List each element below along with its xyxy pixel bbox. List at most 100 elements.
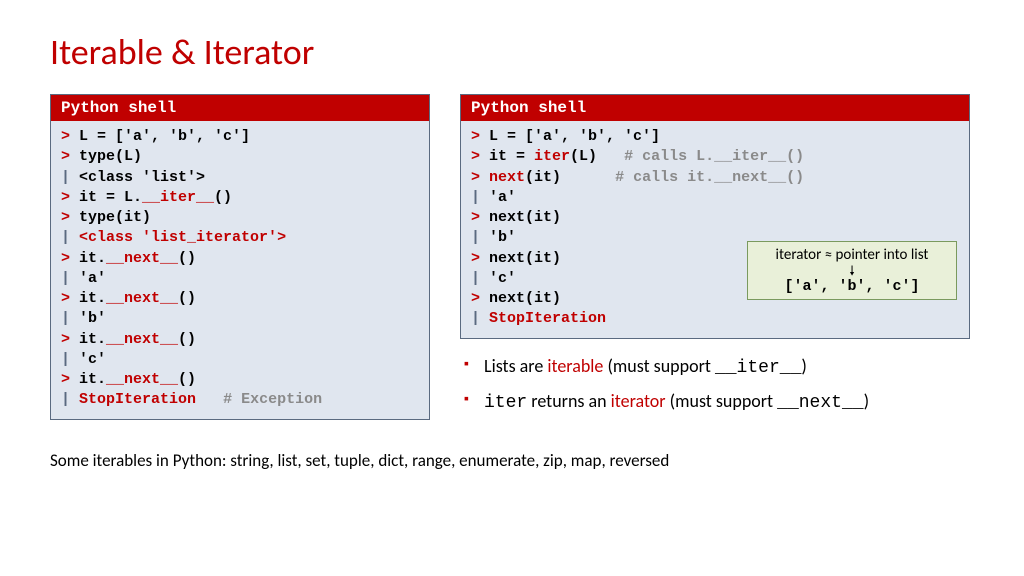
content-columns: Python shell > L = ['a', 'b', 'c']> type… (50, 94, 974, 436)
code-segment (480, 169, 489, 186)
output-bar-icon: | (61, 351, 70, 368)
prompt-icon: > (61, 371, 70, 388)
shell-body-left: > L = ['a', 'b', 'c']> type(L)| <class '… (51, 121, 429, 419)
code-segment: (L) (570, 148, 624, 165)
code-line: > L = ['a', 'b', 'c'] (471, 127, 959, 147)
code-segment: () (178, 371, 196, 388)
code-segment: __next__ (106, 290, 178, 307)
output-bar-icon: | (471, 189, 480, 206)
prompt-icon: > (471, 290, 480, 307)
text-segment: iterator (611, 390, 666, 412)
code-segment: __next__ (106, 371, 178, 388)
code-segment: it. (70, 290, 106, 307)
text-segment: Lists are (484, 355, 547, 377)
down-arrow-icon: 🠗 (754, 265, 950, 278)
left-column: Python shell > L = ['a', 'b', 'c']> type… (50, 94, 430, 436)
code-segment: # calls L.__iter__() (624, 148, 804, 165)
code-segment: L = ['a', 'b', 'c'] (70, 128, 250, 145)
code-segment: StopIteration (489, 310, 606, 327)
code-segment: (it) (525, 169, 615, 186)
code-line: > it = iter(L) # calls L.__iter__() (471, 147, 959, 167)
iterator-note: iterator ≈ pointer into list 🠗 ['a', 'b'… (747, 241, 957, 300)
prompt-icon: > (471, 209, 480, 226)
code-segment: () (178, 331, 196, 348)
code-segment: <class 'list_iterator'> (79, 229, 286, 246)
prompt-icon: > (61, 209, 70, 226)
code-segment: __iter__ (142, 189, 214, 206)
code-segment: next (489, 169, 525, 186)
prompt-icon: > (471, 169, 480, 186)
text-segment: iter (484, 393, 527, 413)
prompt-icon: > (471, 128, 480, 145)
code-segment: next(it) (480, 290, 561, 307)
code-line: | 'c' (61, 350, 419, 370)
code-line: > it.__next__() (61, 370, 419, 390)
code-segment: it. (70, 250, 106, 267)
code-segment (70, 229, 79, 246)
code-segment: next(it) (480, 209, 561, 226)
prompt-icon: > (61, 290, 70, 307)
code-segment: () (178, 290, 196, 307)
code-line: > it.__next__() (61, 289, 419, 309)
code-line: | <class 'list'> (61, 168, 419, 188)
prompt-icon: > (61, 128, 70, 145)
shell-body-right: > L = ['a', 'b', 'c']> it = iter(L) # ca… (461, 121, 969, 338)
code-segment (480, 310, 489, 327)
bullet-list: Lists are iterable (must support __iter_… (460, 355, 970, 416)
bullet-item: iter returns an iterator (must support _… (460, 390, 970, 415)
code-line: | 'a' (61, 269, 419, 289)
note-list: ['a', 'b', 'c'] (754, 278, 950, 297)
left-shell: Python shell > L = ['a', 'b', 'c']> type… (50, 94, 430, 420)
right-shell: Python shell > L = ['a', 'b', 'c']> it =… (460, 94, 970, 339)
code-segment: __next__ (106, 250, 178, 267)
code-line: | StopIteration (471, 309, 959, 329)
code-segment: type(L) (70, 148, 142, 165)
code-line: > type(it) (61, 208, 419, 228)
output-bar-icon: | (471, 310, 480, 327)
code-line: > type(L) (61, 147, 419, 167)
prompt-icon: > (61, 189, 70, 206)
code-segment: 'c' (70, 351, 106, 368)
text-segment: returns an (527, 390, 610, 412)
prompt-icon: > (471, 148, 480, 165)
code-segment: 'c' (480, 270, 516, 287)
text-segment: iterable (547, 355, 603, 377)
output-bar-icon: | (61, 391, 70, 408)
code-segment: __next__ (106, 331, 178, 348)
code-line: > next(it) # calls it.__next__() (471, 168, 959, 188)
code-line: > next(it) (471, 208, 959, 228)
code-segment: <class 'list'> (70, 169, 205, 186)
code-segment: next(it) (480, 250, 561, 267)
code-segment: it. (70, 331, 106, 348)
prompt-icon: > (61, 250, 70, 267)
code-segment: # calls it.__next__() (615, 169, 804, 186)
text-segment: __next__ (777, 393, 863, 413)
footer-text: Some iterables in Python: string, list, … (50, 450, 974, 471)
prompt-icon: > (61, 148, 70, 165)
text-segment: __iter__ (715, 358, 801, 378)
prompt-icon: > (471, 250, 480, 267)
output-bar-icon: | (61, 229, 70, 246)
text-segment: ) (864, 390, 869, 412)
code-segment: it = L. (70, 189, 142, 206)
code-line: | <class 'list_iterator'> (61, 228, 419, 248)
note-caption: iterator ≈ pointer into list (754, 246, 950, 265)
output-bar-icon: | (61, 169, 70, 186)
code-segment: iter (534, 148, 570, 165)
text-segment: (must support (666, 390, 778, 412)
code-line: > it = L.__iter__() (61, 188, 419, 208)
code-segment: StopIteration (79, 391, 196, 408)
code-segment: 'a' (70, 270, 106, 287)
shell-header-right: Python shell (461, 95, 969, 121)
slide-title: Iterable & Iterator (50, 30, 974, 74)
code-segment: it = (480, 148, 534, 165)
text-segment: (must support (603, 355, 715, 377)
code-line: | 'b' (61, 309, 419, 329)
code-segment: L = ['a', 'b', 'c'] (480, 128, 660, 145)
code-segment: 'a' (480, 189, 516, 206)
code-segment: 'b' (480, 229, 516, 246)
code-segment: it. (70, 371, 106, 388)
code-segment: () (214, 189, 232, 206)
code-segment: 'b' (70, 310, 106, 327)
code-segment: type(it) (70, 209, 151, 226)
